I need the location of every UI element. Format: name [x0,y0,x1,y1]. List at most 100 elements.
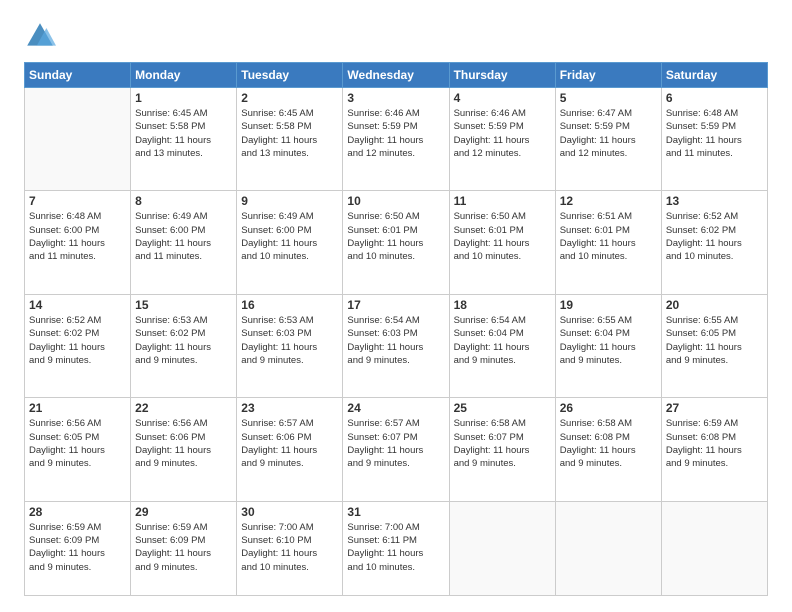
day-number: 11 [454,194,551,208]
cell-info: Sunrise: 6:49 AMSunset: 6:00 PMDaylight:… [135,210,232,263]
calendar-cell: 1Sunrise: 6:45 AMSunset: 5:58 PMDaylight… [131,88,237,191]
header [24,20,768,52]
cell-info: Sunrise: 6:53 AMSunset: 6:02 PMDaylight:… [135,314,232,367]
cell-info: Sunrise: 6:56 AMSunset: 6:05 PMDaylight:… [29,417,126,470]
calendar-cell [555,501,661,595]
weekday-header-saturday: Saturday [661,63,767,88]
day-number: 17 [347,298,444,312]
day-number: 4 [454,91,551,105]
cell-info: Sunrise: 6:50 AMSunset: 6:01 PMDaylight:… [347,210,444,263]
cell-info: Sunrise: 6:57 AMSunset: 6:07 PMDaylight:… [347,417,444,470]
day-number: 20 [666,298,763,312]
day-number: 2 [241,91,338,105]
cell-info: Sunrise: 6:56 AMSunset: 6:06 PMDaylight:… [135,417,232,470]
day-number: 21 [29,401,126,415]
calendar-week-row: 14 Sunrise: 6:52 AMSunset: 6:02 PMDayligh… [25,294,768,397]
calendar-cell: 20 Sunrise: 6:55 AMSunset: 6:05 PMDayligh… [661,294,767,397]
cell-info: Sunrise: 7:00 AMSunset: 6:11 PMDaylight:… [347,521,444,574]
calendar-cell: 19 Sunrise: 6:55 AMSunset: 6:04 PMDayligh… [555,294,661,397]
weekday-header-monday: Monday [131,63,237,88]
cell-info: Sunrise: 6:50 AMSunset: 6:01 PMDaylight:… [454,210,551,263]
logo-icon [24,20,56,52]
calendar-cell: 12 Sunrise: 6:51 AMSunset: 6:01 PMDayligh… [555,191,661,294]
day-number: 27 [666,401,763,415]
day-number: 30 [241,505,338,519]
calendar-cell: 5 Sunrise: 6:47 AMSunset: 5:59 PMDaylight… [555,88,661,191]
day-number: 23 [241,401,338,415]
calendar-cell: 21 Sunrise: 6:56 AMSunset: 6:05 PMDayligh… [25,398,131,501]
cell-info: Sunrise: 6:55 AMSunset: 6:05 PMDaylight:… [666,314,763,367]
calendar-cell: 28 Sunrise: 6:59 AMSunset: 6:09 PMDayligh… [25,501,131,595]
calendar-cell [449,501,555,595]
cell-info: Sunrise: 6:55 AMSunset: 6:04 PMDaylight:… [560,314,657,367]
weekday-header-sunday: Sunday [25,63,131,88]
logo [24,20,60,52]
weekday-header-thursday: Thursday [449,63,555,88]
weekday-header-wednesday: Wednesday [343,63,449,88]
calendar-cell: 4 Sunrise: 6:46 AMSunset: 5:59 PMDaylight… [449,88,555,191]
calendar-week-row: 7 Sunrise: 6:48 AMSunset: 6:00 PMDaylight… [25,191,768,294]
day-number: 12 [560,194,657,208]
day-number: 22 [135,401,232,415]
calendar-week-row: 1 Sunrise: 6:45 AMSunset: 5:58 PMDaylight… [25,88,768,191]
calendar-cell: 30 Sunrise: 7:00 AMSunset: 6:10 PMDayligh… [237,501,343,595]
page: SundayMondayTuesdayWednesdayThursdayFrid… [0,0,792,612]
cell-info: Sunrise: 6:52 AMSunset: 6:02 PMDaylight:… [666,210,763,263]
calendar-cell: 7 Sunrise: 6:48 AMSunset: 6:00 PMDaylight… [25,191,131,294]
cell-info: Sunrise: 6:59 AMSunset: 6:09 PMDaylight:… [135,521,232,574]
calendar-week-row: 21 Sunrise: 6:56 AMSunset: 6:05 PMDayligh… [25,398,768,501]
weekday-header-row: SundayMondayTuesdayWednesdayThursdayFrid… [25,63,768,88]
calendar-cell: 25Sunrise: 6:58 AMSunset: 6:07 PMDayligh… [449,398,555,501]
day-number: 26 [560,401,657,415]
calendar-cell: 13Sunrise: 6:52 AMSunset: 6:02 PMDayligh… [661,191,767,294]
cell-info: Sunrise: 6:57 AMSunset: 6:06 PMDaylight:… [241,417,338,470]
day-number: 3 [347,91,444,105]
cell-info: Sunrise: 6:47 AMSunset: 5:59 PMDaylight:… [560,107,657,160]
cell-info: Sunrise: 7:00 AMSunset: 6:10 PMDaylight:… [241,521,338,574]
cell-info: Sunrise: 6:51 AMSunset: 6:01 PMDaylight:… [560,210,657,263]
cell-info: Sunrise: 6:54 AMSunset: 6:04 PMDaylight:… [454,314,551,367]
calendar-cell: 3Sunrise: 6:46 AMSunset: 5:59 PMDaylight… [343,88,449,191]
calendar-cell: 10 Sunrise: 6:50 AMSunset: 6:01 PMDayligh… [343,191,449,294]
day-number: 16 [241,298,338,312]
calendar-cell: 11 Sunrise: 6:50 AMSunset: 6:01 PMDayligh… [449,191,555,294]
calendar-cell: 6 Sunrise: 6:48 AMSunset: 5:59 PMDaylight… [661,88,767,191]
calendar-cell: 8 Sunrise: 6:49 AMSunset: 6:00 PMDaylight… [131,191,237,294]
cell-info: Sunrise: 6:48 AMSunset: 6:00 PMDaylight:… [29,210,126,263]
calendar-cell: 16 Sunrise: 6:53 AMSunset: 6:03 PMDayligh… [237,294,343,397]
cell-info: Sunrise: 6:45 AMSunset: 5:58 PMDaylight:… [241,107,338,160]
cell-info: Sunrise: 6:48 AMSunset: 5:59 PMDaylight:… [666,107,763,160]
calendar-table: SundayMondayTuesdayWednesdayThursdayFrid… [24,62,768,596]
calendar-cell: 31Sunrise: 7:00 AMSunset: 6:11 PMDayligh… [343,501,449,595]
day-number: 28 [29,505,126,519]
day-number: 5 [560,91,657,105]
cell-info: Sunrise: 6:52 AMSunset: 6:02 PMDaylight:… [29,314,126,367]
day-number: 18 [454,298,551,312]
cell-info: Sunrise: 6:46 AMSunset: 5:59 PMDaylight:… [454,107,551,160]
cell-info: Sunrise: 6:59 AMSunset: 6:09 PMDaylight:… [29,521,126,574]
day-number: 1 [135,91,232,105]
day-number: 15 [135,298,232,312]
day-number: 10 [347,194,444,208]
calendar-week-row: 28 Sunrise: 6:59 AMSunset: 6:09 PMDayligh… [25,501,768,595]
cell-info: Sunrise: 6:58 AMSunset: 6:08 PMDaylight:… [560,417,657,470]
cell-info: Sunrise: 6:58 AMSunset: 6:07 PMDaylight:… [454,417,551,470]
day-number: 7 [29,194,126,208]
cell-info: Sunrise: 6:49 AMSunset: 6:00 PMDaylight:… [241,210,338,263]
calendar-cell: 18 Sunrise: 6:54 AMSunset: 6:04 PMDayligh… [449,294,555,397]
cell-info: Sunrise: 6:59 AMSunset: 6:08 PMDaylight:… [666,417,763,470]
calendar-cell: 26 Sunrise: 6:58 AMSunset: 6:08 PMDayligh… [555,398,661,501]
calendar-cell: 15 Sunrise: 6:53 AMSunset: 6:02 PMDayligh… [131,294,237,397]
day-number: 24 [347,401,444,415]
calendar-cell [661,501,767,595]
day-number: 8 [135,194,232,208]
day-number: 6 [666,91,763,105]
weekday-header-tuesday: Tuesday [237,63,343,88]
calendar-cell: 23 Sunrise: 6:57 AMSunset: 6:06 PMDayligh… [237,398,343,501]
cell-info: Sunrise: 6:53 AMSunset: 6:03 PMDaylight:… [241,314,338,367]
day-number: 14 [29,298,126,312]
day-number: 19 [560,298,657,312]
day-number: 29 [135,505,232,519]
calendar-cell: 22 Sunrise: 6:56 AMSunset: 6:06 PMDayligh… [131,398,237,501]
calendar-cell: 24 Sunrise: 6:57 AMSunset: 6:07 PMDayligh… [343,398,449,501]
